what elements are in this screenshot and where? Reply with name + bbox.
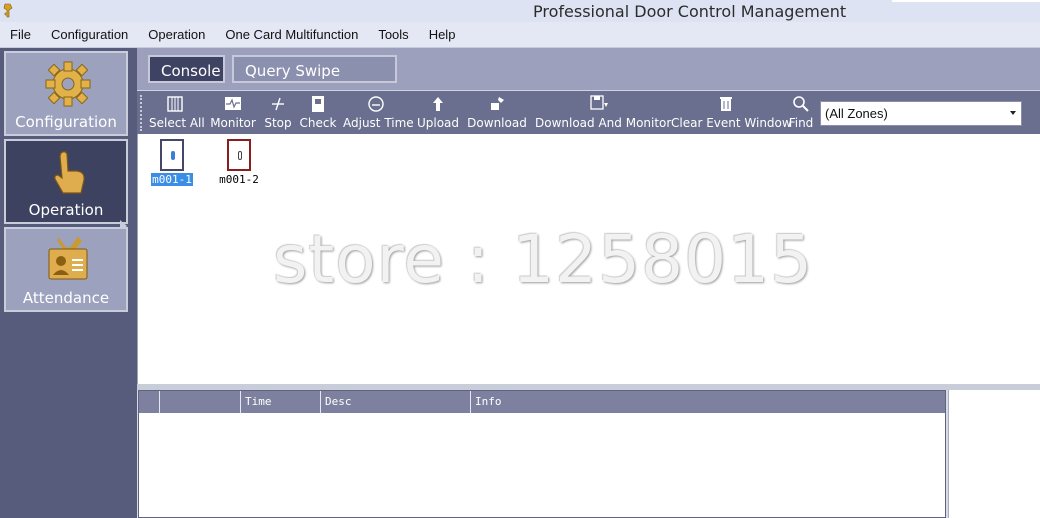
monitor-label: Monitor [210, 116, 256, 130]
download-button[interactable]: Download [467, 93, 527, 133]
menu-file[interactable]: File [0, 22, 41, 48]
select-all-button[interactable]: Select All [149, 93, 205, 133]
download-monitor-icon [590, 95, 608, 110]
check-label: Check [299, 116, 337, 130]
door-closed-icon[interactable] [227, 139, 251, 171]
event-grid-header: Time Desc Info [139, 391, 945, 413]
zone-select[interactable]: (All Zones) [820, 101, 1022, 126]
column-header-info[interactable]: Info [470, 391, 945, 413]
hand-pointer-icon [54, 151, 85, 194]
tab-strip: Console Query Swipe Records [137, 48, 1040, 108]
upload-label: Upload [416, 116, 460, 130]
door-item[interactable]: m001-1 [142, 139, 202, 186]
column-header-desc[interactable]: Desc [320, 391, 470, 413]
event-grid: Time Desc Info [138, 390, 946, 518]
menu-one-card-multifunction[interactable]: One Card Multifunction [215, 22, 368, 48]
find-label: Find [788, 116, 814, 130]
upload-arrow-icon [433, 97, 443, 111]
menu-tools[interactable]: Tools [368, 22, 418, 48]
id-card-icon [48, 236, 88, 280]
door-label[interactable]: m001-2 [218, 173, 260, 186]
download-and-monitor-label: Download And Monitor [535, 116, 672, 130]
adjust-time-button[interactable]: Adjust Time [343, 93, 414, 133]
menu-help[interactable]: Help [419, 22, 466, 48]
door-label[interactable]: m001-1 [151, 173, 193, 186]
stop-icon [272, 97, 284, 111]
side-info-panel [948, 390, 1040, 518]
upload-button[interactable]: Upload [416, 93, 460, 133]
zone-select-value: (All Zones) [825, 106, 888, 121]
sidebar-item-label: Attendance [22, 289, 110, 307]
trash-icon [720, 97, 732, 111]
door-open-icon[interactable] [160, 139, 184, 171]
column-header[interactable] [159, 391, 240, 413]
download-and-monitor-button[interactable]: Download And Monitor [535, 93, 672, 133]
stop-label: Stop [264, 116, 292, 130]
check-icon [312, 96, 324, 112]
tab-console[interactable]: Console [148, 55, 225, 83]
door-item[interactable]: m001-2 [209, 139, 269, 186]
download-icon [491, 97, 504, 110]
toolbar: Select All Monitor Stop Check Adjust Tim… [137, 90, 1040, 134]
menu-bar: File Configuration Operation One Card Mu… [0, 22, 1040, 48]
clear-event-window-label: Clear Event Window [671, 116, 792, 130]
toolbar-grip[interactable] [140, 95, 142, 131]
app-key-icon [3, 3, 13, 18]
column-header-time[interactable]: Time [240, 391, 320, 413]
tab-query-swipe-records[interactable]: Query Swipe Records [232, 55, 397, 108]
monitor-button[interactable]: Monitor [209, 93, 257, 133]
title-bar: Professional Door Control Management [0, 0, 1040, 22]
sidebar-item-label: Operation [28, 201, 104, 219]
clear-event-window-button[interactable]: Clear Event Window [671, 93, 792, 133]
download-label: Download [467, 116, 527, 130]
adjust-time-label: Adjust Time [343, 116, 414, 130]
select-all-label: Select All [149, 116, 205, 130]
sidebar-item-configuration[interactable]: Configuration [4, 51, 128, 136]
title-strip [892, 0, 1040, 2]
watermark-text: store : 1258015 [273, 221, 814, 298]
menu-configuration[interactable]: Configuration [41, 22, 138, 48]
sidebar-item-operation[interactable]: Operation [4, 139, 128, 224]
window-title: Professional Door Control Management [533, 2, 847, 21]
clock-icon [368, 96, 384, 112]
find-button[interactable]: Find [787, 93, 815, 133]
stop-button[interactable]: Stop [263, 93, 293, 133]
gear-icon [45, 61, 91, 107]
select-all-icon [167, 96, 183, 112]
sidebar-item-attendance[interactable]: Attendance [4, 227, 128, 312]
sidebar-item-label: Configuration [15, 113, 117, 131]
column-header[interactable] [139, 391, 159, 413]
sidebar: Configuration Operation Attendance [0, 48, 137, 518]
monitor-icon [225, 97, 241, 110]
menu-operation[interactable]: Operation [138, 22, 215, 48]
search-icon [793, 96, 809, 112]
check-button[interactable]: Check [299, 93, 337, 133]
chevron-down-icon[interactable] [1010, 111, 1016, 115]
